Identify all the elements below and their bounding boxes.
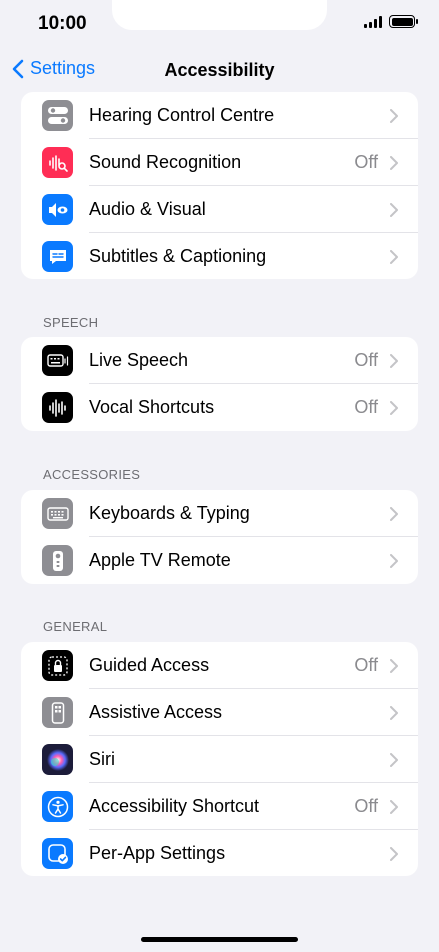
- tv-remote-icon: [42, 545, 73, 576]
- list-item-per-app-settings[interactable]: Per-App Settings: [21, 830, 418, 876]
- list-item-accessibility-shortcut[interactable]: Accessibility Shortcut Off: [21, 783, 418, 830]
- group-speech: Live Speech Off Vocal Shortcuts Off: [21, 337, 418, 431]
- list-item-siri[interactable]: Siri: [21, 736, 418, 783]
- list-item-keyboards-typing[interactable]: Keyboards & Typing: [21, 490, 418, 537]
- list-item-guided-access[interactable]: Guided Access Off: [21, 642, 418, 689]
- item-value: Off: [354, 152, 378, 172]
- hearing-control-icon: [42, 100, 73, 131]
- cellular-signal-icon: [364, 15, 382, 28]
- list-item-assistive-access[interactable]: Assistive Access: [21, 689, 418, 736]
- accessibility-shortcut-icon: [42, 791, 73, 822]
- chevron-right-icon: [390, 401, 398, 415]
- list-item-sound-recognition[interactable]: Sound Recognition Off: [21, 139, 418, 186]
- item-label: Apple TV Remote: [89, 550, 231, 570]
- guided-access-icon: [42, 650, 73, 681]
- list-item-vocal-shortcuts[interactable]: Vocal Shortcuts Off: [21, 384, 418, 431]
- group-hearing: Hearing Control Centre Sound Recognition…: [21, 92, 418, 279]
- chevron-right-icon: [390, 659, 398, 673]
- keyboard-icon: [42, 498, 73, 529]
- page-title: Accessibility: [164, 60, 275, 80]
- battery-icon: [389, 15, 418, 28]
- list-item-audio-visual[interactable]: Audio & Visual: [21, 186, 418, 233]
- item-label: Vocal Shortcuts: [89, 397, 215, 417]
- item-label: Siri: [89, 749, 115, 769]
- status-bar: 10:00: [0, 0, 439, 50]
- item-label: Assistive Access: [89, 702, 223, 722]
- chevron-right-icon: [390, 109, 398, 123]
- live-speech-icon: [42, 345, 73, 376]
- section-header-general: GENERAL: [43, 619, 108, 634]
- item-label: Live Speech: [89, 350, 189, 370]
- item-value: Off: [354, 796, 378, 816]
- section-header-accessories: ACCESSORIES: [43, 467, 141, 482]
- section-header-speech: SPEECH: [43, 315, 99, 330]
- chevron-right-icon: [390, 753, 398, 767]
- item-label: Guided Access: [89, 655, 210, 675]
- chevron-right-icon: [390, 507, 398, 521]
- home-indicator[interactable]: [141, 937, 298, 942]
- subtitles-icon: [42, 241, 73, 272]
- item-label: Hearing Control Centre: [89, 105, 275, 125]
- siri-icon: [42, 744, 73, 775]
- item-label: Accessibility Shortcut: [89, 796, 260, 816]
- group-general: Guided Access Off Assistive Access Siri …: [21, 642, 418, 876]
- chevron-right-icon: [390, 554, 398, 568]
- screen: 10:00 Settings Accessibility Hearing Con…: [0, 0, 439, 952]
- item-label: Sound Recognition: [89, 152, 242, 172]
- item-label: Subtitles & Captioning: [89, 246, 267, 266]
- navigation-bar: Settings Accessibility: [0, 48, 439, 94]
- notch: [112, 0, 327, 30]
- chevron-right-icon: [390, 847, 398, 861]
- item-label: Keyboards & Typing: [89, 503, 250, 523]
- item-label: Audio & Visual: [89, 199, 206, 219]
- item-value: Off: [354, 655, 378, 675]
- vocal-shortcuts-icon: [42, 392, 73, 423]
- status-time: 10:00: [38, 13, 87, 34]
- per-app-settings-icon: [42, 838, 73, 869]
- chevron-right-icon: [390, 354, 398, 368]
- list-item-apple-tv-remote[interactable]: Apple TV Remote: [21, 537, 418, 584]
- assistive-access-icon: [42, 697, 73, 728]
- item-value: Off: [354, 350, 378, 370]
- list-item-hearing-control-centre[interactable]: Hearing Control Centre: [21, 92, 418, 139]
- list-item-live-speech[interactable]: Live Speech Off: [21, 337, 418, 384]
- chevron-right-icon: [390, 250, 398, 264]
- chevron-right-icon: [390, 800, 398, 814]
- chevron-right-icon: [390, 156, 398, 170]
- item-value: Off: [354, 397, 378, 417]
- list-item-subtitles-captioning[interactable]: Subtitles & Captioning: [21, 233, 418, 279]
- status-icons: [364, 15, 418, 28]
- audio-visual-icon: [42, 194, 73, 225]
- chevron-right-icon: [390, 706, 398, 720]
- group-accessories: Keyboards & Typing Apple TV Remote: [21, 490, 418, 584]
- sound-recognition-icon: [42, 147, 73, 178]
- chevron-right-icon: [390, 203, 398, 217]
- item-label: Per-App Settings: [89, 843, 226, 863]
